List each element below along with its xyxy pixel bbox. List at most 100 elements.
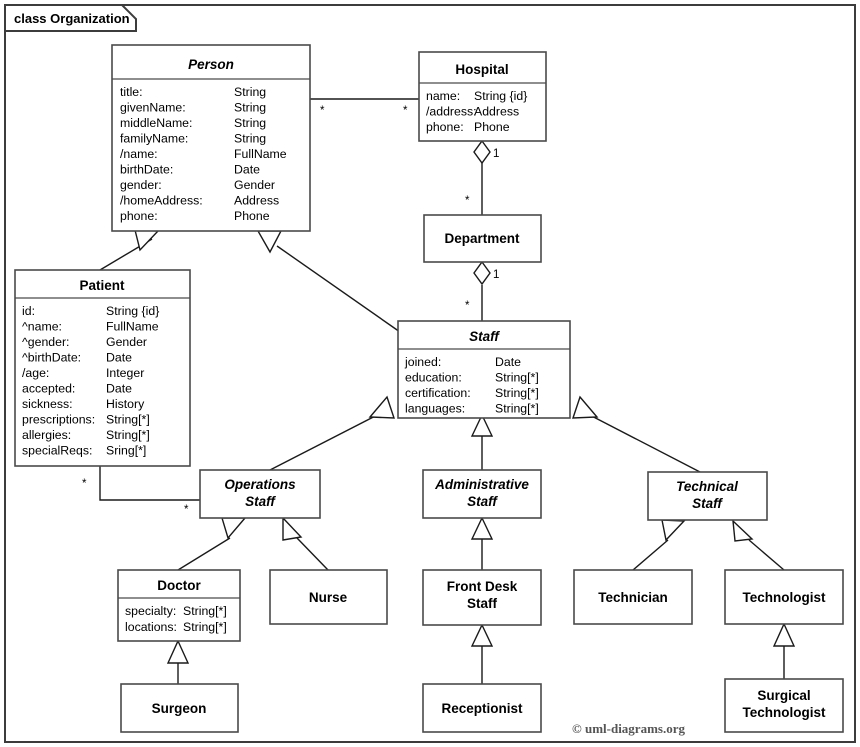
class-technologist[interactable]: Technologist [724,569,844,625]
copyright-notice: © uml-diagrams.org [572,721,685,736]
attr-type: String[*] [495,386,539,400]
generalization-doctor-operations-line [177,537,231,571]
generalization-technologist-technical-line [748,539,785,571]
generalization-operations-staff-line [269,410,386,471]
attr-type: Integer [106,366,144,380]
class-receptionist[interactable]: Receptionist [422,683,542,733]
attr-name: specialty: [125,604,176,618]
class-surgeon-name: Surgeon [152,701,207,716]
attr-type: History [106,397,145,411]
attr-name: languages: [405,402,465,416]
class-operations-staff[interactable]: Operations Staff [199,469,321,519]
class-technician[interactable]: Technician [573,569,693,625]
class-technical-staff[interactable]: Technical Staff [647,471,768,521]
generalization-technical-staff-line [581,410,701,473]
multiplicity-person-hospital-source: * [320,105,325,117]
attr-type: Sring[*] [106,444,146,458]
class-nurse-name: Nurse [309,590,348,605]
attr-type: String[*] [495,402,539,416]
generalization-arrow-operations [368,395,395,419]
class-person-name: Person [188,57,234,72]
attr-name: locations: [125,620,177,634]
attr-name: middleName: [120,116,192,130]
generalization-arrow-receptionist [470,623,494,647]
generalization-arrow-surgeon [166,639,190,664]
uml-class-diagram: class Organization * * 1 * 1 * * * Perso… [0,0,860,747]
attr-type: String[*] [183,620,227,634]
class-staff[interactable]: Staff joined: Date education: String[*] … [397,320,571,419]
attr-name: birthDate: [120,163,173,177]
generalization-technician-technical-line [632,539,669,571]
attr-type: FullName [106,320,159,334]
attr-name: phone: [120,209,158,223]
attr-name: ^gender: [22,335,69,349]
attr-name: /homeAddress: [120,194,203,208]
attr-name: familyName: [120,132,188,146]
generalization-arrow-nurse [282,516,303,541]
attr-name: name: [426,89,460,103]
class-operations-staff-name-line2: Staff [245,494,276,509]
attr-type: Date [106,351,132,365]
generalization-arrow-staff [256,230,283,254]
class-nurse[interactable]: Nurse [269,569,388,625]
multiplicity-department-part: * [465,195,470,207]
class-surgical-technologist-name-line1: Surgical [757,688,810,703]
attr-name: specialReqs: [22,444,92,458]
class-technical-staff-name-line2: Staff [692,496,723,511]
attr-name: givenName: [120,101,186,115]
attr-type: String {id} [106,304,159,318]
multiplicity-hospital-whole: 1 [493,148,499,160]
class-administrative-staff[interactable]: Administrative Staff [422,469,542,519]
class-operations-staff-name-line1: Operations [224,477,296,492]
attr-type: Gender [234,178,275,192]
class-department[interactable]: Department [423,214,542,263]
attr-name: joined: [404,355,441,369]
class-hospital[interactable]: Hospital name: String {id} /address: Add… [418,51,547,142]
attr-type: Date [106,382,132,396]
class-front-desk-staff-name-line2: Staff [467,596,498,611]
class-administrative-staff-name-line2: Staff [467,494,498,509]
class-surgeon[interactable]: Surgeon [120,683,239,733]
attr-type: String[*] [106,428,150,442]
class-staff-name: Staff [469,329,500,344]
class-administrative-staff-name-line1: Administrative [434,477,529,492]
class-doctor-name: Doctor [157,578,201,593]
attr-name: /age: [22,366,49,380]
attr-type: String [234,85,266,99]
attr-name: gender: [120,178,162,192]
attr-type: String [234,132,266,146]
attr-type: String[*] [183,604,227,618]
class-hospital-name: Hospital [455,62,508,77]
class-front-desk-staff[interactable]: Front Desk Staff [422,569,542,626]
multiplicity-department-whole: 1 [493,269,499,281]
class-technical-staff-name-line1: Technical [676,479,738,494]
attr-type: Address [474,105,519,119]
class-surgical-technologist-name-line2: Technologist [743,705,827,720]
aggregation-diamond-department [473,260,491,286]
attr-type: Gender [106,335,147,349]
multiplicity-patient-source: * [82,478,87,490]
generalization-arrow-surgicaltech [772,622,796,647]
generalization-arrow-technical [572,395,599,419]
attr-type: String [234,116,266,130]
attr-type: String[*] [106,413,150,427]
generalization-arrow-technologist [732,519,754,542]
class-technologist-name: Technologist [743,590,827,605]
multiplicity-person-hospital-target: * [403,105,408,117]
class-patient[interactable]: Patient id: String {id} ^name: FullName … [14,269,191,467]
class-doctor[interactable]: Doctor specialty: String[*] locations: S… [117,569,241,642]
attr-type: Date [234,163,260,177]
generalization-staff-person-line [276,245,401,333]
attr-name: allergies: [22,428,71,442]
class-surgical-technologist[interactable]: Surgical Technologist [724,678,844,733]
attr-name: accepted: [22,382,75,396]
aggregation-diamond-hospital [473,139,491,165]
class-person[interactable]: Person title: String givenName: String m… [111,44,311,232]
attr-name: ^birthDate: [22,351,81,365]
attr-type: String [234,101,266,115]
association-patient-operations [99,466,200,501]
frame-tab-label: class Organization [14,11,130,26]
attr-name: /address: [426,105,477,119]
attr-name: sickness: [22,397,73,411]
attr-name: phone: [426,120,464,134]
